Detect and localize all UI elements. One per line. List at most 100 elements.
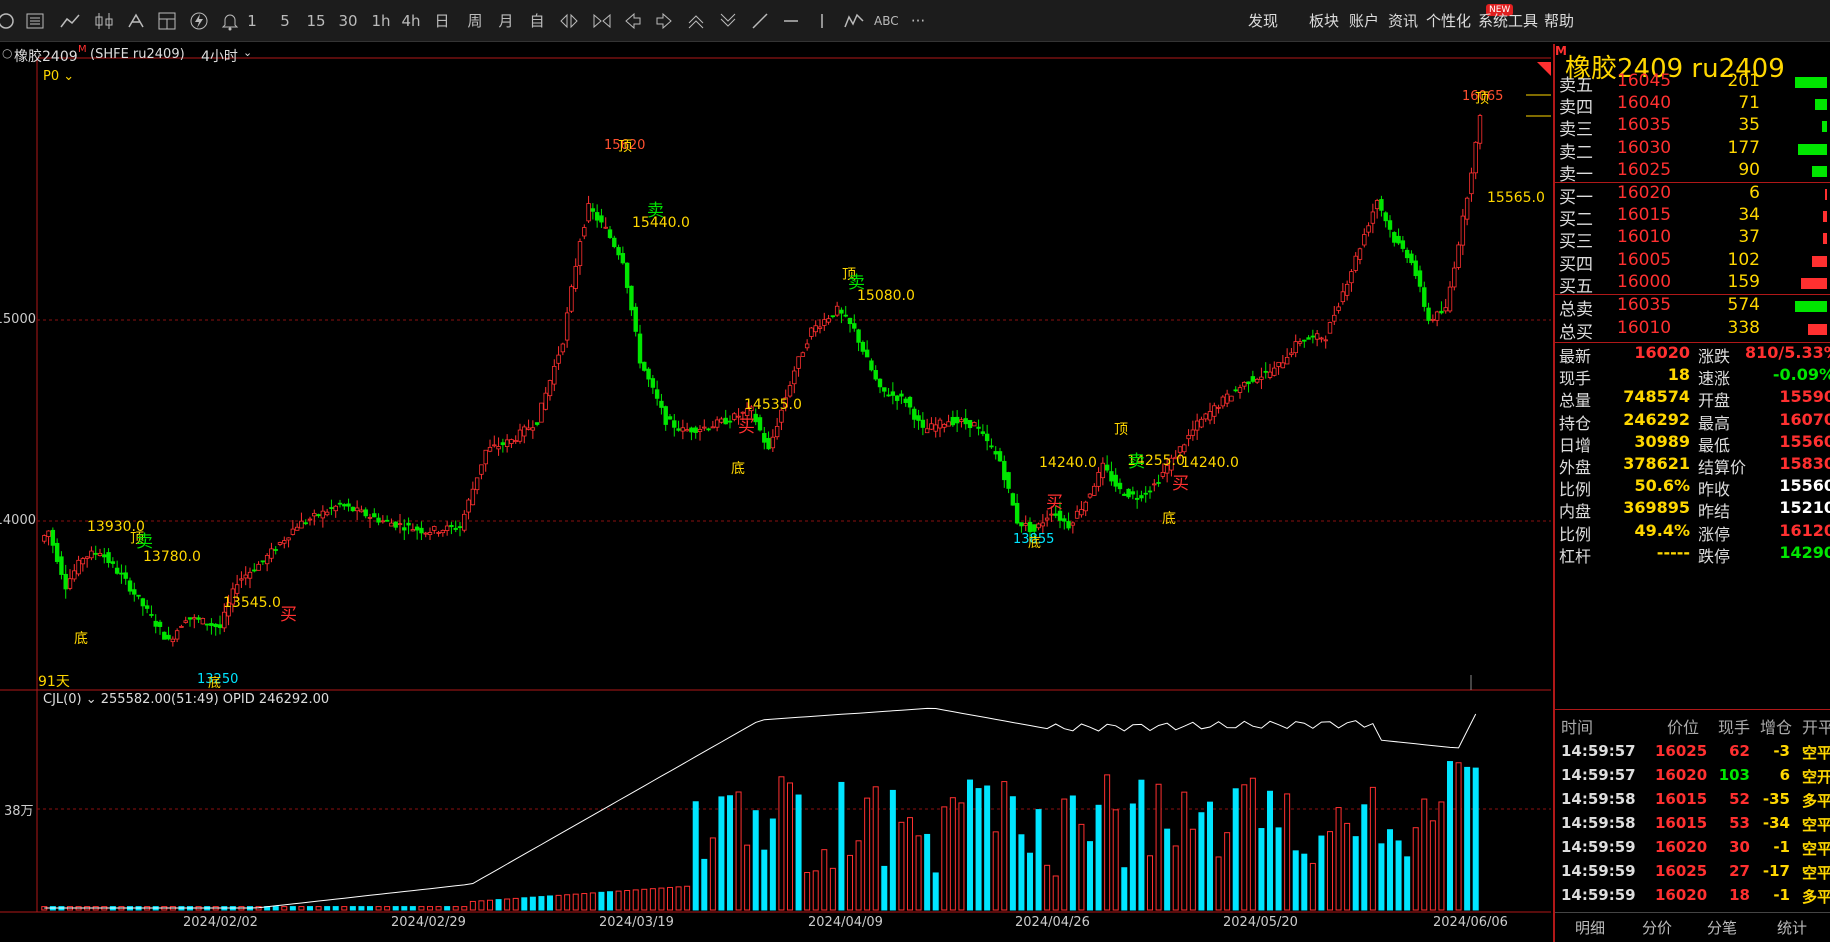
p0-indicator[interactable]: P0 ⌄ [43,69,74,84]
volume-bar [649,888,656,911]
stat-label: 最低 [1698,435,1731,455]
volume-bar [984,785,991,911]
candle-body [1233,389,1238,392]
kline-chart[interactable] [0,0,1553,942]
candle-body [894,395,900,401]
tab-trades[interactable]: 分笔 [1707,917,1737,938]
stat-label: 总量 [1559,391,1592,411]
candle-body [800,352,806,357]
stat-label: 跌停 [1698,546,1731,566]
candle-body [997,451,1003,462]
candle-body [97,552,103,556]
level-bar [1815,99,1827,111]
candle-body [967,419,973,429]
tick-volume: 53 [1729,814,1750,832]
candle-body [624,262,630,288]
level-price: 16030 [1617,137,1672,158]
level-price: 16000 [1617,271,1672,292]
chevron-down-icon[interactable]: ⌄ [82,692,101,707]
volume-bar [1284,793,1291,911]
candle-body [1220,396,1226,407]
stat-label: 杠杆 [1559,546,1592,566]
candle-body [684,429,690,432]
candle-body [830,315,836,318]
candle-body [1297,341,1303,344]
level-bar [1798,143,1827,155]
level-volume: 177 [1727,137,1760,158]
candle-body [1452,267,1457,288]
tab-detail[interactable]: 明细 [1575,917,1605,938]
candle-body [303,522,308,525]
candle-body [1096,472,1101,487]
candle-body [102,554,107,558]
level-bar [1812,165,1827,177]
candle-body [517,429,523,442]
tick-volume: 18 [1729,886,1750,904]
candle-body [766,438,771,450]
tab-price-dist[interactable]: 分价 [1642,917,1672,938]
candle-body [963,418,968,425]
candle-body [123,572,128,579]
candle-body [1400,240,1406,249]
candle-body [590,208,596,212]
volume-bar [418,906,425,911]
volume-bar [1138,779,1145,911]
candle-body [757,417,763,431]
volume-bar [1438,801,1445,911]
candle-body [762,433,767,443]
stat-label: 涨停 [1698,524,1731,544]
volume-bar [975,788,982,911]
candle-body [564,312,570,341]
candle-body [1143,492,1148,495]
candle-body [136,594,141,597]
candle-body [89,550,94,559]
candle-body [312,512,317,517]
stat-label: 比例 [1559,524,1592,544]
annot-bottom-4: 底 [1028,536,1042,551]
stat-value: -0.09% [1772,365,1830,385]
tick-row[interactable]: 14:59:59 16020 18 -1 多平 [1555,886,1830,914]
candle-body [299,520,304,529]
sub-indicator-name[interactable]: CJL(0) [43,692,82,707]
volume-bar [1044,864,1051,911]
candle-body [487,446,493,452]
volume-bar [949,797,956,911]
annot-buy-3: 买 [1046,493,1063,513]
volume-bar [684,885,691,911]
candle-body [132,589,137,595]
candle-body [1156,482,1161,484]
volume-bar [589,892,596,911]
tab-stats[interactable]: 统计 [1777,917,1807,938]
candle-body [770,436,776,449]
annot-bottom-1: 底 [731,461,745,477]
volume-bar [898,821,905,911]
tick-oi-change: -17 [1762,862,1790,880]
candle-body [856,329,861,343]
stat-value: 246292 [1623,409,1690,429]
candle-body [1404,249,1410,259]
level-volume: 201 [1727,71,1760,91]
candle-body [1019,522,1024,527]
level-price: 16010 [1617,227,1672,248]
volume-bar [718,796,725,911]
candle-body [920,419,926,428]
period-selector[interactable]: 4小时 [201,46,238,66]
candle-body [290,528,296,535]
volume-bar [281,906,288,911]
candle-body [646,368,651,380]
candle-body [196,617,201,620]
candle-body [582,227,587,237]
chevron-down-icon[interactable]: ⌄ [243,46,252,59]
volume-bar [495,899,502,911]
candle-body [659,400,664,408]
candle-body [1284,357,1290,365]
level-volume: 34 [1738,205,1760,226]
candle-body [796,356,801,369]
candle-body [307,518,313,521]
total-buy[interactable]: 总买 16010 338 [1555,318,1830,344]
volume-bar [1027,852,1033,911]
candle-body [972,422,977,427]
candle-body [1074,510,1080,519]
col-time: 时间 [1561,718,1594,737]
volume-bar [409,906,416,911]
